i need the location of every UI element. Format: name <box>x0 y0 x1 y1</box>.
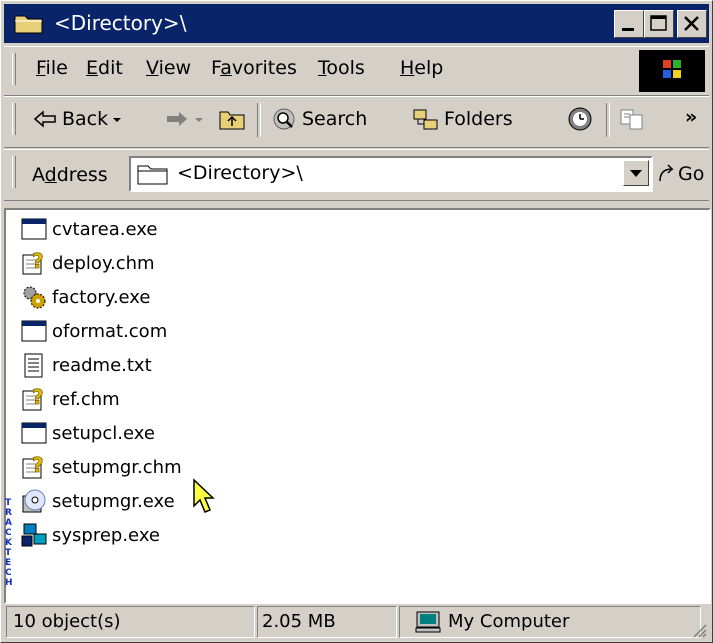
address-grip[interactable] <box>12 156 16 188</box>
help-file-icon: ? <box>20 249 48 276</box>
file-list[interactable]: cvtarea.exe? deploy.chm factory.exe oformat… <box>4 208 711 604</box>
help-file-icon: ? <box>20 453 48 480</box>
address-value: <Directory>\ <box>177 162 303 184</box>
file-name: cvtarea.exe <box>52 218 158 240</box>
status-zone: My Computer <box>399 606 701 638</box>
minimize-icon <box>622 28 634 31</box>
file-item[interactable]: cvtarea.exe <box>20 214 157 244</box>
menu-edit[interactable]: Edit <box>86 57 123 79</box>
chevron-down-icon <box>195 118 203 122</box>
minimize-button[interactable] <box>614 10 644 38</box>
file-name: sysprep.exe <box>52 524 160 546</box>
toolbar-separator <box>606 103 610 137</box>
close-icon <box>684 16 699 31</box>
file-item[interactable]: setupmgr.exe <box>20 486 175 516</box>
address-bar: Address <Directory>\ Go <box>4 149 709 201</box>
maximize-icon <box>650 15 667 31</box>
file-name: deploy.chm <box>52 252 155 274</box>
folder-icon <box>14 15 43 34</box>
svg-text:?: ? <box>32 386 44 409</box>
file-name: setupcl.exe <box>52 422 155 444</box>
move-to-icon <box>620 109 643 130</box>
file-item[interactable]: ? deploy.chm <box>20 248 155 278</box>
file-name: oformat.com <box>52 320 168 342</box>
file-item[interactable]: factory.exe <box>20 282 150 312</box>
text-file-icon <box>20 352 48 378</box>
windows-logo <box>639 50 705 92</box>
standard-toolbar: Back Search Folders » <box>4 96 709 148</box>
file-item[interactable]: oformat.com <box>20 316 167 346</box>
search-icon <box>273 108 295 130</box>
maximize-button[interactable] <box>644 10 674 38</box>
up-folder-icon <box>219 111 245 130</box>
status-bar: 10 object(s) 2.05 MB My Computer <box>4 604 709 640</box>
status-object-count: 10 object(s) <box>6 606 255 638</box>
folders-button[interactable]: Folders <box>412 105 513 133</box>
file-name: ref.chm <box>52 388 120 410</box>
file-item[interactable]: ? setupmgr.chm <box>20 452 182 482</box>
folder-icon <box>137 165 168 185</box>
watermark: TRACKTECH <box>5 498 13 588</box>
my-computer-icon <box>415 611 441 633</box>
address-input[interactable]: <Directory>\ <box>129 156 653 192</box>
search-button[interactable]: Search <box>270 105 367 133</box>
menu-view[interactable]: View <box>146 57 191 79</box>
window-app-icon <box>20 216 48 242</box>
menu-tools[interactable]: Tools <box>318 57 365 79</box>
file-name: setupmgr.exe <box>52 490 175 512</box>
network-app-icon <box>20 522 48 548</box>
title-bar[interactable]: <Directory>\ <box>4 4 709 43</box>
forward-button[interactable] <box>164 105 208 133</box>
file-name: factory.exe <box>52 286 151 308</box>
file-item[interactable]: readme.txt <box>20 350 152 380</box>
windows-flag-icon <box>663 60 681 78</box>
window-app-icon <box>20 318 48 344</box>
svg-text:?: ? <box>32 250 44 273</box>
toolbar-grip[interactable] <box>12 103 16 135</box>
file-item[interactable]: ? ref.chm <box>20 384 120 414</box>
menu-bar: File Edit View Favorites Tools Help <box>4 46 709 96</box>
gears-app-icon <box>20 284 48 310</box>
mouse-cursor-icon <box>193 478 215 513</box>
toolbar-separator <box>257 103 261 137</box>
file-name: readme.txt <box>52 354 152 376</box>
address-label: Address <box>32 164 108 186</box>
file-item[interactable]: sysprep.exe <box>20 520 160 550</box>
menu-grip[interactable] <box>12 53 16 85</box>
file-name: setupmgr.chm <box>52 456 182 478</box>
go-button[interactable]: Go <box>656 160 704 188</box>
close-button[interactable] <box>677 10 707 38</box>
go-arrow-icon <box>659 164 674 182</box>
svg-text:?: ? <box>32 454 44 477</box>
address-dropdown-button[interactable] <box>623 160 649 186</box>
menu-help[interactable]: Help <box>400 57 443 79</box>
back-button[interactable]: Back <box>32 105 126 133</box>
explorer-window: <Directory>\ File Edit View Favorites To… <box>0 0 713 643</box>
toolbar-overflow-chevron[interactable]: » <box>685 106 697 128</box>
history-button[interactable] <box>566 105 594 133</box>
folders-tree-icon <box>413 109 438 130</box>
chevron-down-icon <box>113 118 122 122</box>
resize-grip-icon[interactable] <box>691 622 707 638</box>
window-app-icon <box>20 420 48 446</box>
up-folder-button[interactable] <box>218 105 246 133</box>
file-item[interactable]: setupcl.exe <box>20 418 155 448</box>
move-to-button[interactable] <box>618 105 646 133</box>
forward-arrow-icon <box>167 112 187 126</box>
help-file-icon: ? <box>20 385 48 412</box>
setup-cd-icon <box>20 488 48 514</box>
history-icon <box>568 107 592 131</box>
menu-favorites[interactable]: Favorites <box>211 57 297 79</box>
menu-file[interactable]: File <box>36 57 68 79</box>
status-size: 2.05 MB <box>257 606 397 638</box>
chevron-down-icon <box>630 170 642 177</box>
window-title: <Directory>\ <box>54 11 187 35</box>
back-arrow-icon <box>33 110 56 128</box>
